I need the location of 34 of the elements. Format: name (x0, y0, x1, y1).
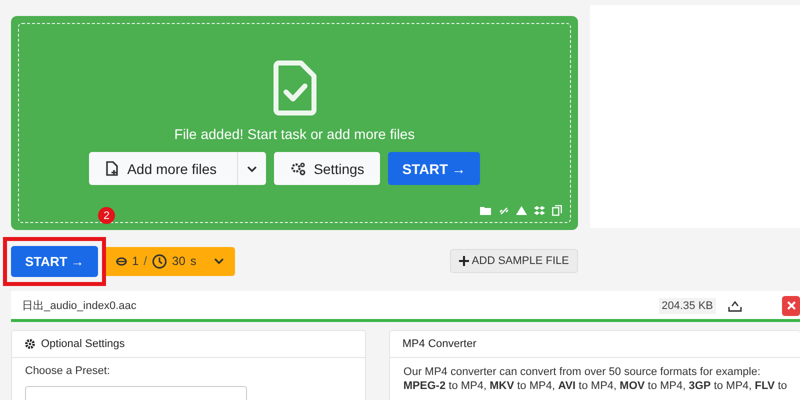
file-name: 日出_audio_index0.aac (22, 299, 138, 313)
remove-button[interactable] (782, 296, 800, 316)
upload-icon[interactable] (728, 300, 742, 312)
gears-icon (290, 162, 306, 176)
caret-icon (213, 257, 226, 265)
plus-icon (458, 256, 469, 266)
panel-title: MP4 Converter (402, 338, 476, 350)
box-icon[interactable] (534, 206, 545, 216)
coins-icon (116, 256, 127, 266)
file-check-icon (272, 60, 316, 116)
file-plus-icon (105, 160, 120, 176)
credits-dropdown[interactable]: 1 / 30 s (106, 246, 236, 276)
start-button[interactable]: START → (11, 246, 98, 276)
status-message: File added! Start task or add more files (174, 126, 415, 142)
close-icon (786, 301, 796, 310)
preset-label: Choose a Preset: (25, 365, 110, 377)
step-badge: 2 (98, 207, 115, 224)
gear-icon (24, 338, 36, 350)
clock-icon (152, 254, 168, 268)
caret-icon (246, 164, 258, 172)
panel-title: Optional Settings (41, 338, 125, 350)
file-size: 204.35 KB (658, 298, 716, 314)
preset-select[interactable] (25, 386, 247, 400)
formats-text: MPEG-2 to MP4, MKV to MP4, AVI to MP4, MOV to MP4, 3GP to MP4, FLV to (403, 379, 787, 393)
description-text: Our MP4 converter can convert from over 50 source formats for example: (403, 365, 762, 379)
add-sample-button[interactable]: ADD SAMPLE FILE (450, 249, 578, 273)
copy-icon[interactable] (552, 205, 562, 216)
dropdown-toggle[interactable] (236, 152, 266, 185)
settings-button[interactable]: Settings (274, 152, 380, 185)
add-files-button[interactable]: Add more files (89, 152, 237, 185)
folder-icon[interactable] (480, 206, 492, 216)
drop-zone[interactable]: File added! Start task or add more files Add more files Settings START → 2 (11, 16, 578, 230)
start-button[interactable]: START → (388, 152, 480, 185)
triangle-icon[interactable] (516, 206, 527, 216)
